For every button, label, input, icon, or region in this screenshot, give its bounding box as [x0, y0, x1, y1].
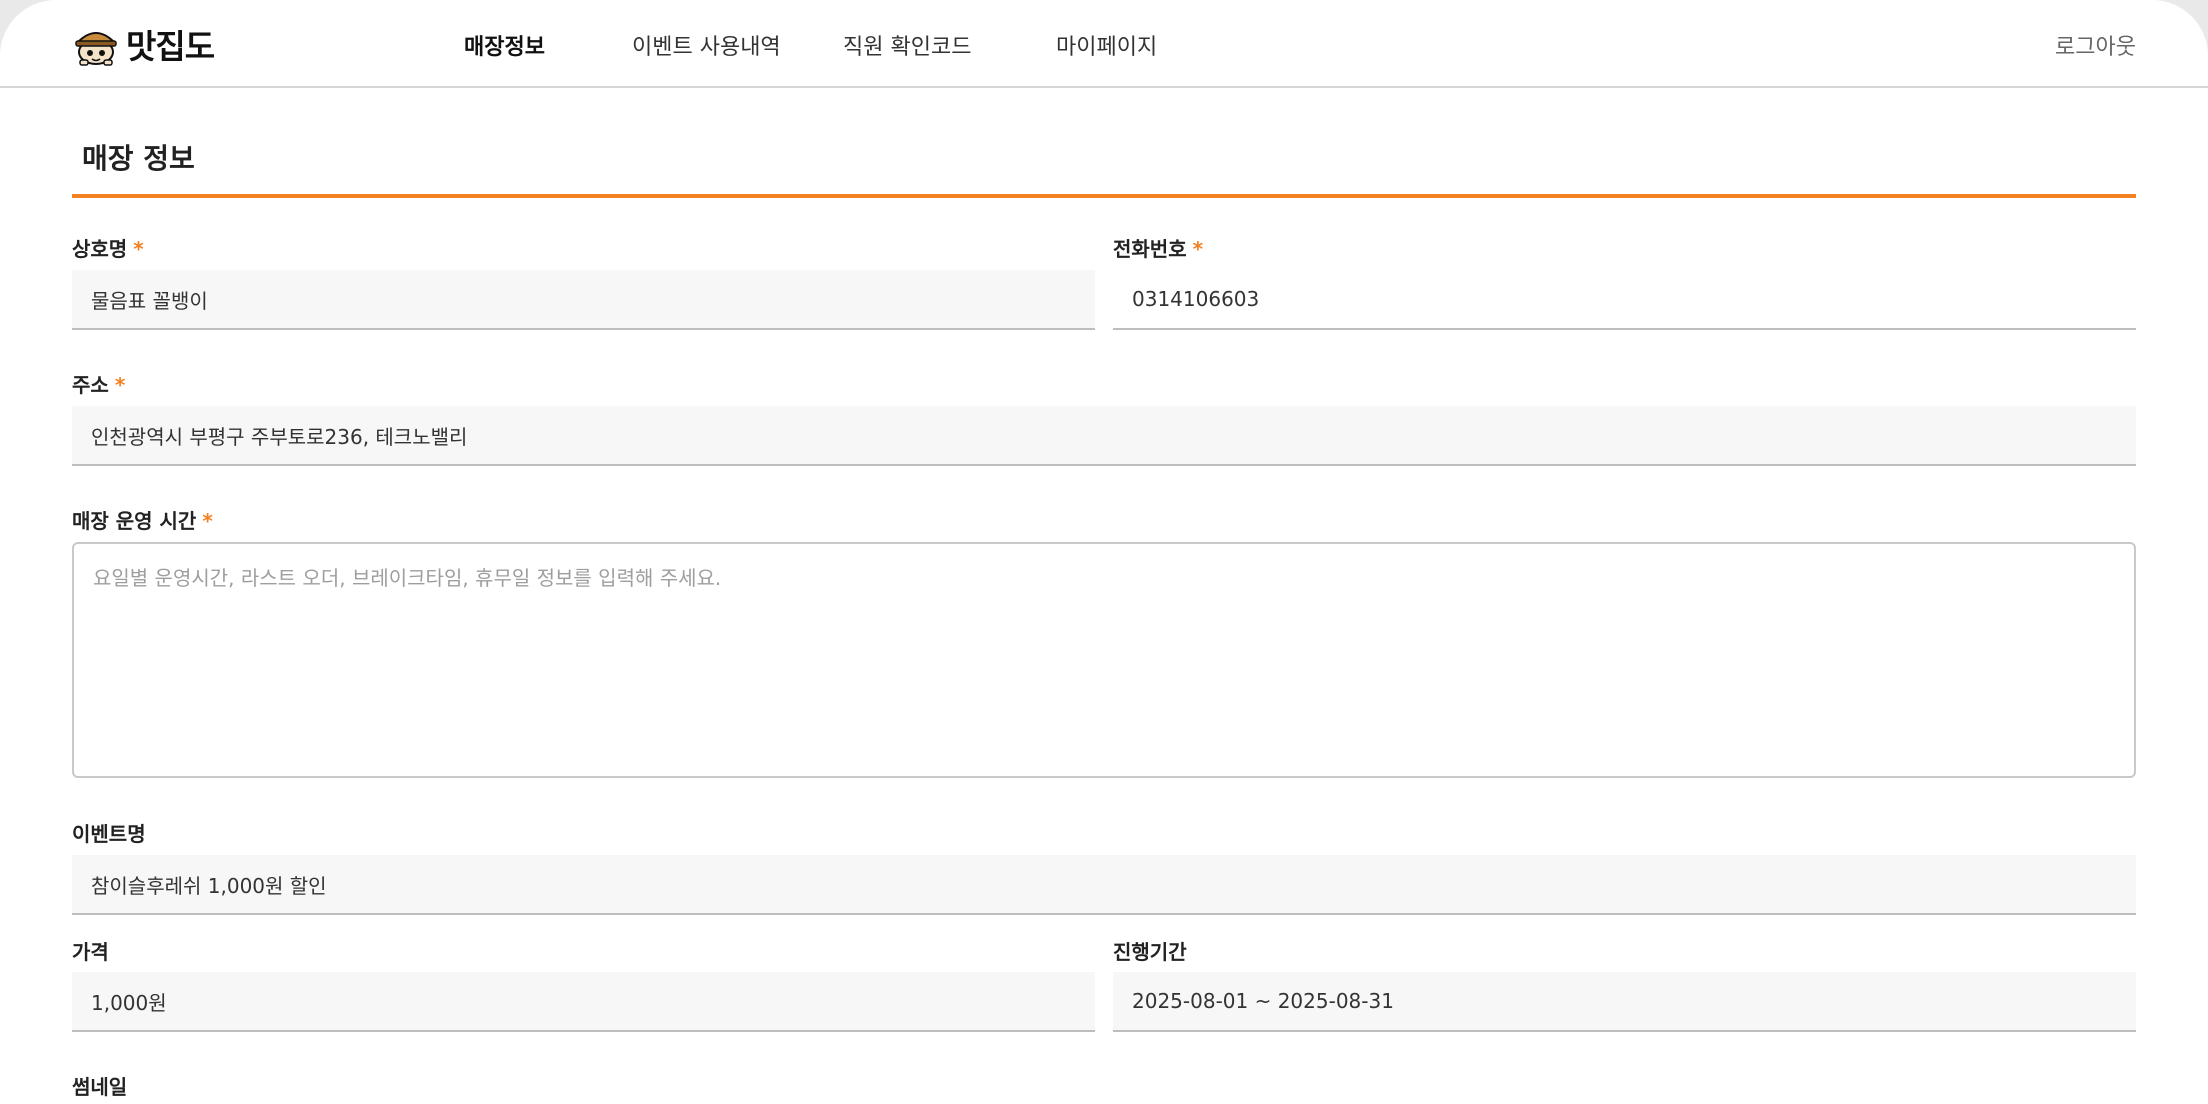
required-mark: *	[1192, 237, 1204, 261]
hours-label: 매장 운영 시간 *	[72, 505, 213, 534]
page-title: 매장 정보	[82, 142, 195, 175]
event-name-input[interactable]	[72, 855, 2136, 915]
address-label-text: 주소	[72, 373, 109, 397]
event-name-label: 이벤트명	[72, 822, 146, 846]
hours-label-text: 매장 운영 시간	[72, 509, 197, 533]
required-mark: *	[114, 373, 126, 397]
store-name-label: 상호명 *	[72, 233, 144, 262]
phone-label-text: 전화번호	[1113, 237, 1187, 261]
logo-text: 맛집도	[126, 27, 215, 66]
nav-event-usage[interactable]: 이벤트 사용내역	[632, 29, 781, 61]
logo[interactable]: 맛집도	[72, 22, 215, 66]
address-input[interactable]	[72, 406, 2136, 466]
required-mark: *	[202, 509, 213, 533]
nav-mypage[interactable]: 마이페이지	[1056, 29, 1157, 61]
price-input[interactable]	[72, 972, 1095, 1032]
phone-input[interactable]	[1113, 270, 2136, 330]
top-header: 맛집도 매장정보 이벤트 사용내역 직원 확인코드 마이페이지 로그아웃	[0, 0, 2208, 88]
phone-label: 전화번호 *	[1113, 233, 1203, 262]
nav-staff-code[interactable]: 직원 확인코드	[843, 29, 971, 61]
address-label: 주소 *	[72, 369, 125, 398]
nav-store-info[interactable]: 매장정보	[464, 29, 545, 61]
logout-button[interactable]: 로그아웃	[2055, 29, 2136, 61]
thumbnail-label: 썸네일	[72, 1075, 128, 1099]
title-divider	[72, 194, 2136, 198]
store-name-input[interactable]	[72, 270, 1095, 330]
mascot-with-hat-icon	[75, 32, 117, 66]
required-mark: *	[133, 237, 144, 261]
store-name-label-text: 상호명	[72, 237, 128, 261]
price-label: 가격	[72, 940, 109, 964]
app-window: 맛집도 매장정보 이벤트 사용내역 직원 확인코드 마이페이지 로그아웃 매장 …	[0, 0, 2208, 1104]
period-label: 진행기간	[1113, 940, 1187, 964]
hours-textarea[interactable]	[72, 542, 2136, 778]
period-input[interactable]	[1113, 972, 2136, 1032]
